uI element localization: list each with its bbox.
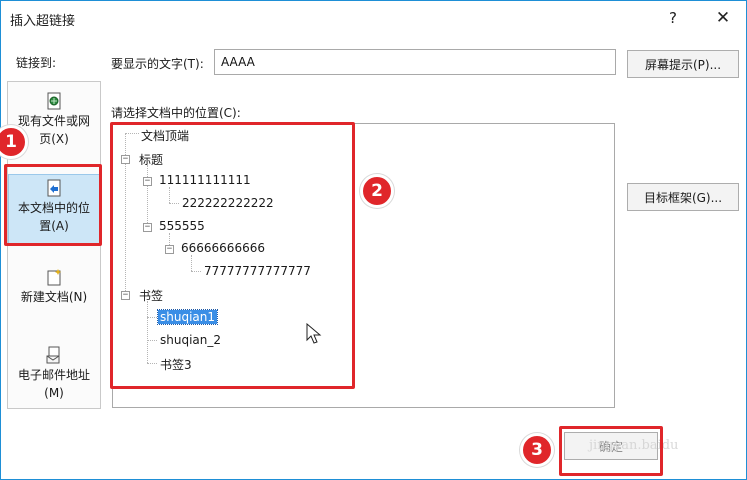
step-badge-2: 2 [360,174,394,208]
link-to-email-label-2: (M) [44,386,64,400]
annotation-box-step1 [4,164,102,246]
link-to-email-label-1: 电子邮件地址 [17,368,90,382]
email-address-icon [46,346,60,364]
link-to-email-address[interactable]: 电子邮件地址 (M) [8,346,100,402]
help-button[interactable]: ? [656,5,690,31]
link-to-existing-label-1: 现有文件或网 [17,114,90,128]
link-to-new-document[interactable]: 新建文档(N) [8,268,100,306]
link-to-label: 链接到: [16,56,57,70]
existing-file-icon [47,92,61,110]
dialog-title: 插入超链接 [10,14,76,29]
annotation-box-step3 [559,426,663,476]
step-badge-3: 3 [520,433,554,467]
annotation-box-step2 [110,122,355,389]
insert-hyperlink-dialog: 插入超链接 ? ✕ 链接到: 现有文件或网 页(X) 本文档中的位 置(A) 新… [0,0,747,480]
target-frame-button[interactable]: 目标框架(G)... [627,183,739,211]
close-button[interactable]: ✕ [706,5,740,31]
display-text-input[interactable] [214,49,616,75]
close-icon: ✕ [715,8,731,28]
link-to-existing-label-2: 页(X) [39,132,69,146]
new-document-icon [47,269,61,286]
title-bar: 插入超链接 ? ✕ [1,1,746,35]
link-to-new-label: 新建文档(N) [20,290,88,304]
display-text-label: 要显示的文字(T): [111,57,204,71]
help-icon: ? [669,9,677,27]
location-label: 请选择文档中的位置(C): [111,106,241,120]
screen-tip-button[interactable]: 屏幕提示(P)... [627,50,739,78]
